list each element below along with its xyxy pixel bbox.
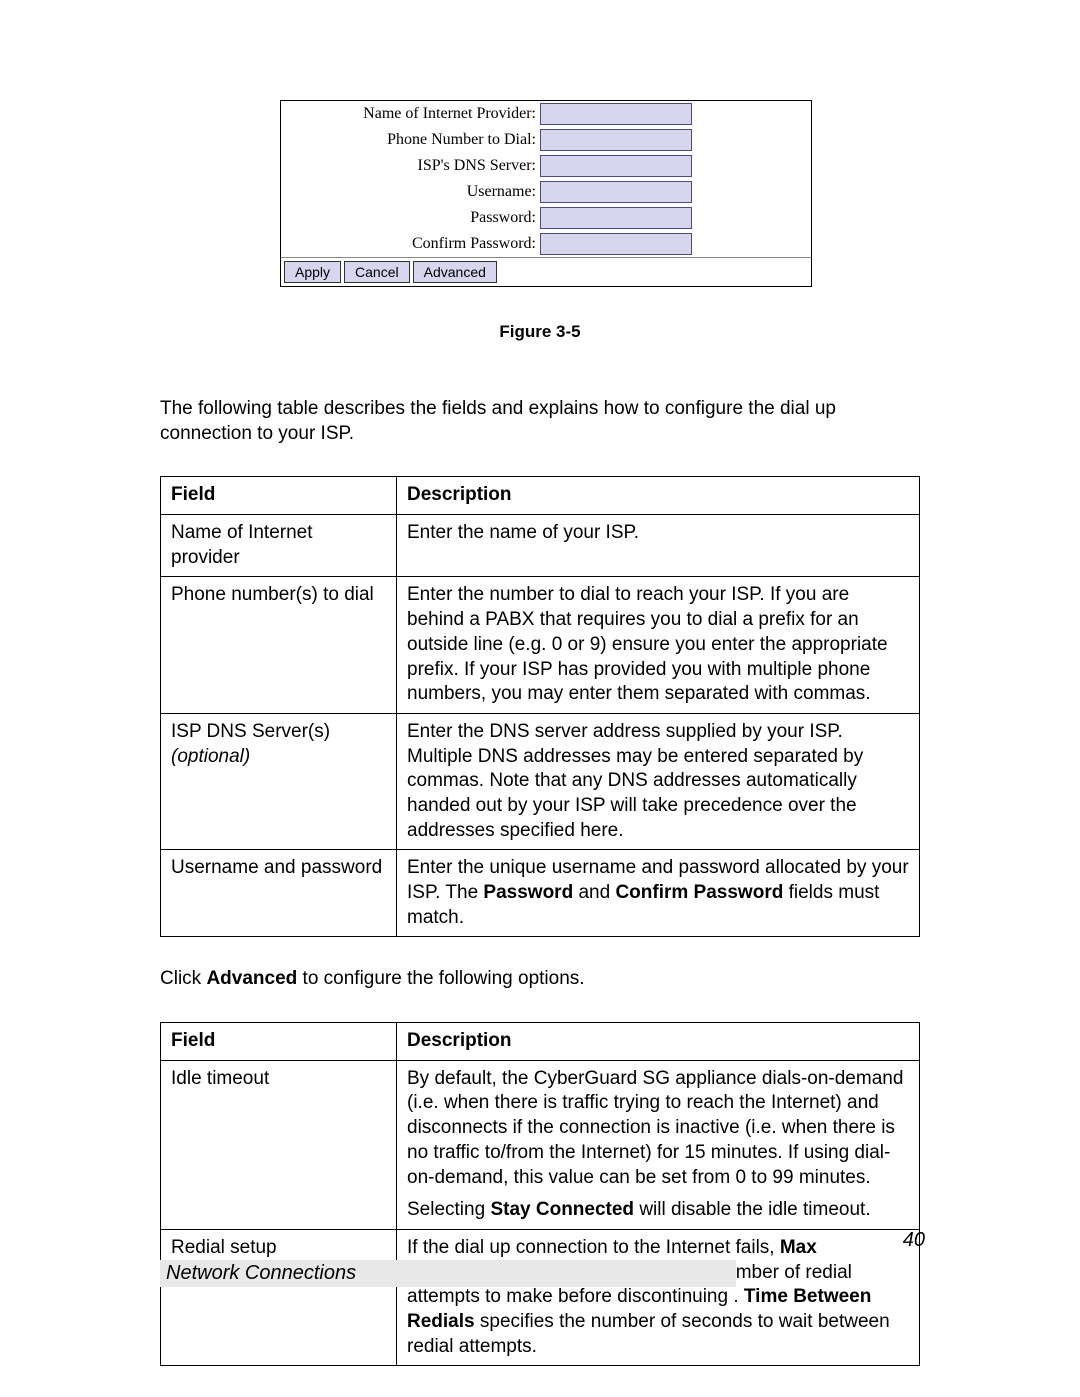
figure-caption: Figure 3-5 bbox=[160, 322, 920, 342]
label-username: Username: bbox=[281, 183, 540, 201]
advanced-button[interactable]: Advanced bbox=[413, 261, 497, 283]
field-name: ISP DNS Server(s) (optional) bbox=[161, 713, 397, 849]
input-password[interactable] bbox=[540, 207, 692, 229]
field-desc: By default, the CyberGuard SG appliance … bbox=[397, 1060, 920, 1229]
input-phone[interactable] bbox=[540, 129, 692, 151]
label-phone: Phone Number to Dial: bbox=[281, 131, 540, 149]
field-name: Idle timeout bbox=[161, 1060, 397, 1229]
field-desc: Enter the unique username and password a… bbox=[397, 850, 920, 937]
input-dns[interactable] bbox=[540, 155, 692, 177]
table-row: Username and password Enter the unique u… bbox=[161, 850, 920, 937]
table-row: ISP DNS Server(s) (optional) Enter the D… bbox=[161, 713, 920, 849]
input-provider[interactable] bbox=[540, 103, 692, 125]
input-confirm[interactable] bbox=[540, 233, 692, 255]
input-username[interactable] bbox=[540, 181, 692, 203]
apply-button[interactable]: Apply bbox=[284, 261, 341, 283]
page-number: 40 bbox=[903, 1229, 925, 1252]
dialup-form-screenshot: Name of Internet Provider: Phone Number … bbox=[280, 100, 812, 287]
footer-section-label: Network Connections bbox=[160, 1260, 736, 1287]
field-name: Redial setup bbox=[161, 1229, 397, 1365]
table-row: Phone number(s) to dial Enter the number… bbox=[161, 577, 920, 713]
cancel-button[interactable]: Cancel bbox=[344, 261, 410, 283]
label-confirm: Confirm Password: bbox=[281, 235, 540, 253]
label-dns: ISP's DNS Server: bbox=[281, 157, 540, 175]
field-name: Phone number(s) to dial bbox=[161, 577, 397, 713]
field-name: Name of Internet provider bbox=[161, 515, 397, 577]
fields-table-2: Field Description Idle timeout By defaul… bbox=[160, 1022, 920, 1366]
field-desc: Enter the number to dial to reach your I… bbox=[397, 577, 920, 713]
field-desc: If the dial up connection to the Interne… bbox=[397, 1229, 920, 1365]
table-row: Redial setup If the dial up connection t… bbox=[161, 1229, 920, 1365]
table1-header-field: Field bbox=[161, 477, 397, 515]
field-name: Username and password bbox=[161, 850, 397, 937]
advanced-intro: Click Advanced to configure the followin… bbox=[160, 967, 920, 992]
table2-header-desc: Description bbox=[397, 1023, 920, 1061]
fields-table-1: Field Description Name of Internet provi… bbox=[160, 476, 920, 937]
table-row: Idle timeout By default, the CyberGuard … bbox=[161, 1060, 920, 1229]
field-desc: Enter the DNS server address supplied by… bbox=[397, 713, 920, 849]
label-password: Password: bbox=[281, 209, 540, 227]
table-row: Name of Internet provider Enter the name… bbox=[161, 515, 920, 577]
field-desc: Enter the name of your ISP. bbox=[397, 515, 920, 577]
intro-text: The following table describes the fields… bbox=[160, 397, 920, 446]
table2-header-field: Field bbox=[161, 1023, 397, 1061]
label-provider: Name of Internet Provider: bbox=[281, 105, 540, 123]
table1-header-desc: Description bbox=[397, 477, 920, 515]
